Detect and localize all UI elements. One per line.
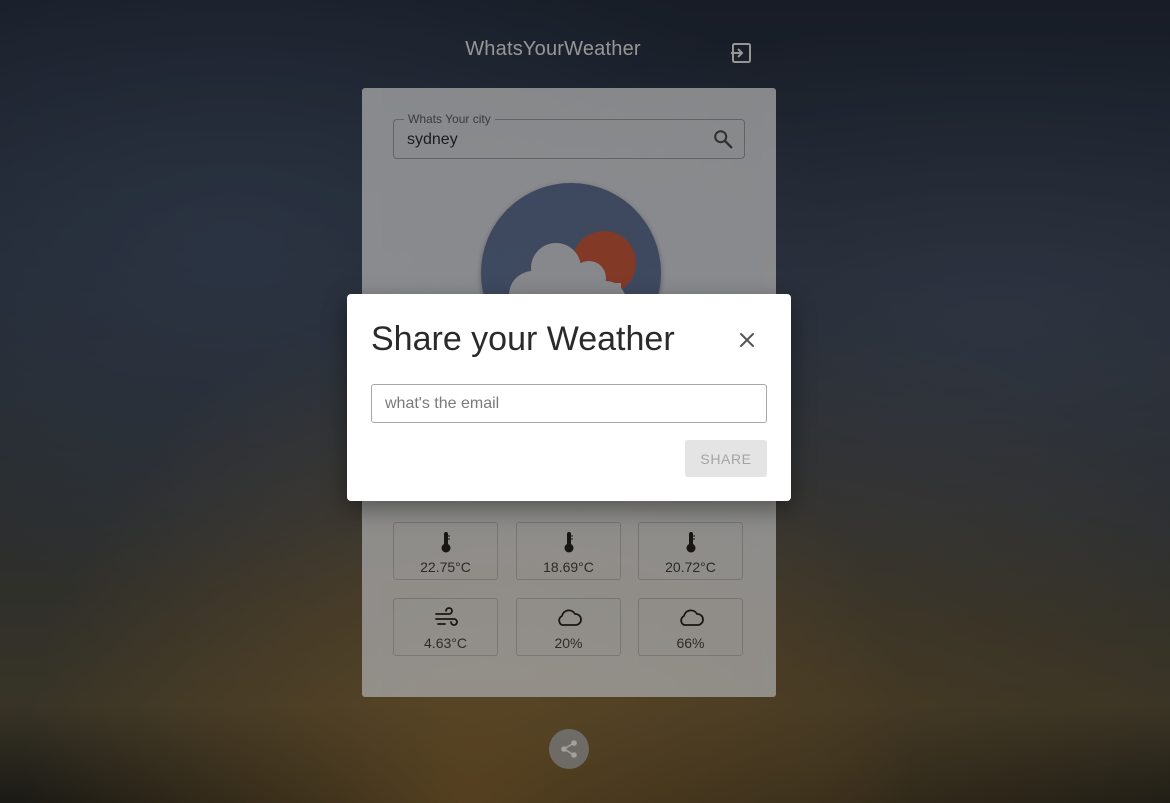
dialog-title: Share your Weather (371, 320, 675, 358)
email-input[interactable] (371, 384, 767, 423)
close-icon[interactable] (736, 329, 758, 351)
share-button[interactable]: SHARE (685, 440, 767, 477)
share-dialog: Share your Weather SHARE (347, 294, 791, 501)
